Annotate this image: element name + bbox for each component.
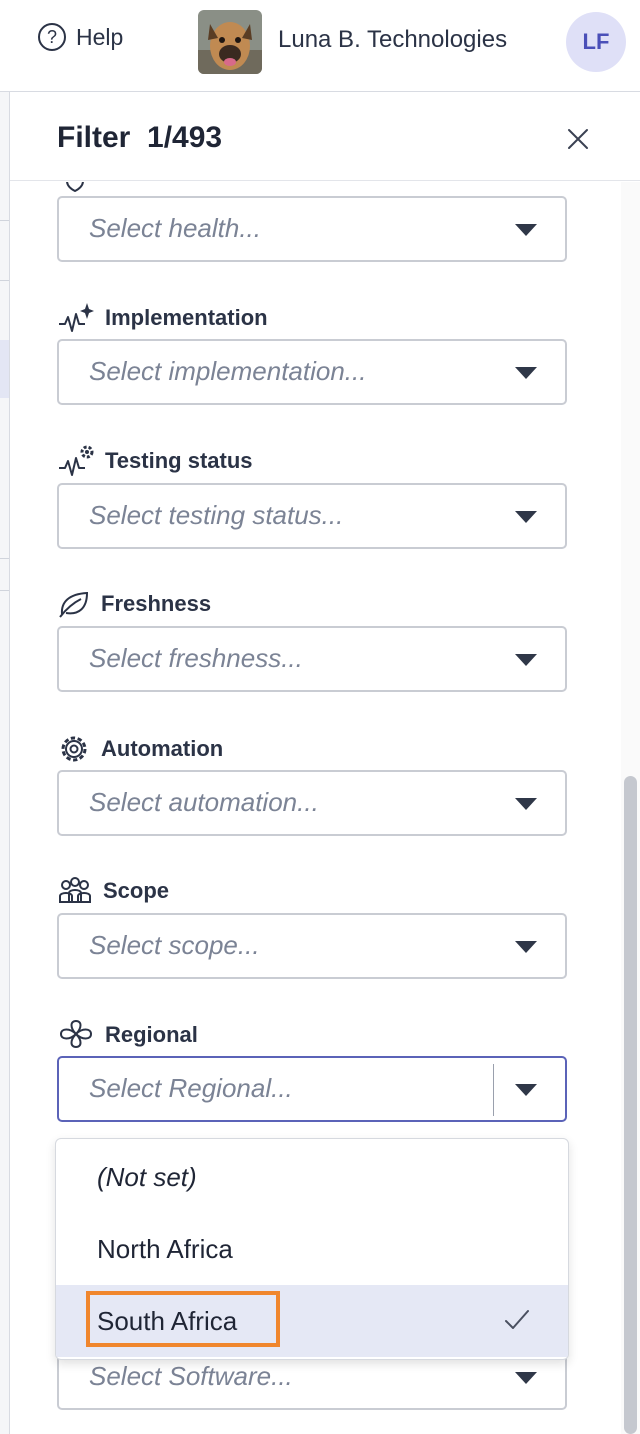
gear-icon: [61, 736, 87, 762]
freshness-placeholder: Select freshness...: [89, 643, 303, 673]
scrollbar-thumb[interactable]: [624, 776, 637, 1434]
filter-panel-header: Filter 1/493: [10, 93, 640, 181]
implementation-select[interactable]: Select implementation...: [57, 339, 567, 405]
top-bar: ? Help Luna B. Technologies LF: [0, 0, 640, 92]
automation-placeholder: Select automation...: [89, 787, 319, 817]
option-north-africa[interactable]: North Africa: [56, 1213, 568, 1285]
testing-status-label: Testing status: [57, 444, 253, 478]
regional-select[interactable]: Select Regional...: [57, 1056, 567, 1122]
scope-label: Scope: [57, 876, 169, 906]
implementation-placeholder: Select implementation...: [89, 356, 367, 386]
software-placeholder: Select Software...: [89, 1361, 293, 1391]
option-not-set[interactable]: (Not set): [56, 1141, 568, 1213]
automation-select[interactable]: Select automation...: [57, 770, 567, 836]
pulse-gear-icon: [59, 445, 94, 476]
chevron-down-icon[interactable]: [515, 1372, 537, 1384]
testing-status-select[interactable]: Select testing status...: [57, 483, 567, 549]
help-button[interactable]: ? Help: [38, 23, 123, 51]
check-icon: [505, 1310, 529, 1329]
testing-status-placeholder: Select testing status...: [89, 500, 344, 530]
select-divider: [493, 1064, 494, 1116]
pulse-sparkle-icon: [59, 303, 94, 332]
chevron-down-icon[interactable]: [515, 367, 537, 379]
background-page-edge: [0, 92, 10, 1434]
freshness-label: Freshness: [57, 590, 211, 618]
clover-icon: [59, 1019, 93, 1049]
close-icon: [568, 129, 588, 149]
people-icon: [59, 877, 91, 903]
chevron-down-icon[interactable]: [515, 511, 537, 523]
option-south-africa[interactable]: South Africa: [56, 1285, 568, 1357]
chevron-down-icon[interactable]: [515, 798, 537, 810]
chevron-down-icon[interactable]: [515, 941, 537, 953]
help-label: Help: [76, 23, 124, 50]
org-avatar[interactable]: [198, 10, 262, 74]
close-button[interactable]: [566, 127, 590, 151]
chevron-down-icon[interactable]: [515, 1084, 537, 1096]
implementation-label: Implementation: [57, 302, 268, 334]
chevron-down-icon[interactable]: [515, 654, 537, 666]
organization-name[interactable]: Luna B. Technologies: [278, 26, 507, 54]
scope-placeholder: Select scope...: [89, 930, 260, 960]
question-circle-icon: ?: [38, 23, 66, 51]
chevron-down-icon[interactable]: [515, 224, 537, 236]
regional-placeholder: Select Regional...: [89, 1073, 293, 1103]
leaf-icon: [59, 591, 89, 618]
freshness-select[interactable]: Select freshness...: [57, 626, 567, 692]
user-avatar[interactable]: LF: [566, 12, 626, 72]
health-select[interactable]: Select health...: [57, 196, 567, 262]
scope-select[interactable]: Select scope...: [57, 913, 567, 979]
shield-icon: [64, 182, 86, 192]
automation-label: Automation: [57, 733, 223, 765]
regional-dropdown-menu: (Not set) North Africa South Africa: [55, 1138, 569, 1360]
health-placeholder: Select health...: [89, 213, 261, 243]
regional-label: Regional: [57, 1019, 198, 1051]
panel-title: Filter 1/493: [57, 121, 223, 154]
